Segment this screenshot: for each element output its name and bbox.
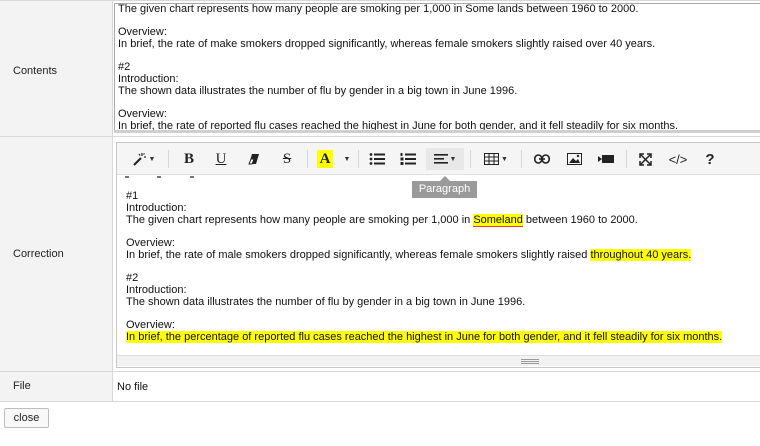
highlighted-correction: throughout 40 years. [590,249,692,261]
correction-heading: #2 [126,272,139,284]
magic-wand-icon [132,153,146,166]
highlighted-correction: Someland [473,214,523,227]
scrolled-content-edge [125,176,205,180]
contents-resize-edge[interactable] [114,130,760,133]
strikethrough-button[interactable]: S [273,148,301,170]
contents-blank-line [118,97,758,108]
table-icon [484,153,500,165]
toolbar-divider [358,150,359,168]
correction-intro-label: Introduction: [126,284,187,296]
eraser-icon [248,154,259,165]
contents-line: #2 [118,61,131,73]
contents-textarea[interactable]: The given chart represents how many peop… [114,3,760,131]
ordered-list-button[interactable] [395,148,421,170]
fullscreen-button[interactable] [631,148,659,170]
contents-line: The shown data illustrates the number of… [118,85,518,97]
correction-label-cell: Correction [0,137,113,371]
video-icon [598,155,614,163]
strikethrough-icon: S [282,150,292,167]
contents-line: In brief, the rate of make smokers dropp… [118,38,656,50]
toolbar-divider [168,150,169,168]
file-row: File No file [0,372,760,402]
paragraph-tooltip: Paragraph [412,181,477,198]
video-button[interactable] [592,148,620,170]
fullscreen-icon [638,152,652,166]
code-icon: </> [668,151,688,167]
toolbar-divider [521,150,522,168]
contents-blank-line [118,50,758,61]
correction-intro-line: The given chart represents how many peop… [126,214,746,227]
unordered-list-button[interactable] [364,148,390,170]
align-left-icon [433,154,448,164]
contents-line: Introduction: [118,73,179,85]
help-icon: ? [705,150,715,168]
magic-style-button[interactable]: ▼ [123,148,163,170]
toolbar-divider [626,150,627,168]
editor-toolbar: ▼ B U S A ▼ ▼ ▼ </> ? [117,143,760,175]
highlighted-correction: In brief, the percentage of reported flu… [126,331,723,343]
font-color-icon: A [316,150,334,168]
unordered-list-icon [369,153,385,165]
paragraph-button[interactable]: ▼ [426,148,464,170]
caret-down-icon: ▼ [343,155,351,163]
code-view-button[interactable]: </> [663,148,693,170]
picture-button[interactable] [560,148,588,170]
caret-down-icon: ▼ [501,155,508,163]
toolbar-divider [307,150,308,168]
link-button[interactable] [528,148,556,170]
font-color-dropdown[interactable]: ▼ [339,148,353,170]
contents-label-cell: Contents [0,1,113,136]
correction-text: between 1960 to 2000. [522,214,638,226]
file-label: File [13,380,31,392]
resize-grip-icon [521,359,539,364]
correction-label: Correction [13,248,64,260]
contents-blank-line [118,15,758,26]
caret-down-icon: ▼ [449,155,457,163]
correction-overview-label: Overview: [126,319,175,331]
link-icon [534,154,550,164]
contents-line: Overview: [118,26,167,38]
caret-down-icon: ▼ [148,155,156,163]
underline-button[interactable]: U [207,148,235,170]
ordered-list-icon [400,153,416,165]
contents-text: The given chart represents how many peop… [118,3,758,130]
picture-icon [566,153,582,165]
file-label-cell: File [0,372,113,401]
contents-label: Contents [13,65,58,77]
file-value: No file [117,381,149,393]
contents-line: The given chart represents how many peop… [118,3,639,15]
correction-editor: ▼ B U S A ▼ ▼ ▼ </> ? #1 Introduction: T… [116,142,760,368]
help-button[interactable]: ? [697,148,723,170]
correction-text: In brief, the rate of male smokers dropp… [126,249,591,261]
contents-line: Overview: [118,108,167,120]
correction-intro-label: Introduction: [126,202,187,214]
font-color-button[interactable]: A [311,148,339,170]
correction-overview-line: In brief, the rate of male smokers dropp… [126,249,746,261]
bold-button[interactable]: B [175,148,203,170]
toolbar-divider [470,150,471,168]
correction-overview-line: In brief, the percentage of reported flu… [126,331,746,343]
correction-overview-label: Overview: [126,237,175,249]
editor-resize-bar[interactable] [117,355,760,366]
editor-content[interactable]: #1 Introduction: The given chart represe… [126,190,746,343]
correction-intro-line: The shown data illustrates the number of… [126,296,526,308]
table-button[interactable]: ▼ [477,148,515,170]
eraser-button[interactable] [240,148,268,170]
close-button[interactable]: close [4,408,49,428]
underline-icon: U [215,150,227,167]
correction-text: The given chart represents how many peop… [126,214,474,226]
